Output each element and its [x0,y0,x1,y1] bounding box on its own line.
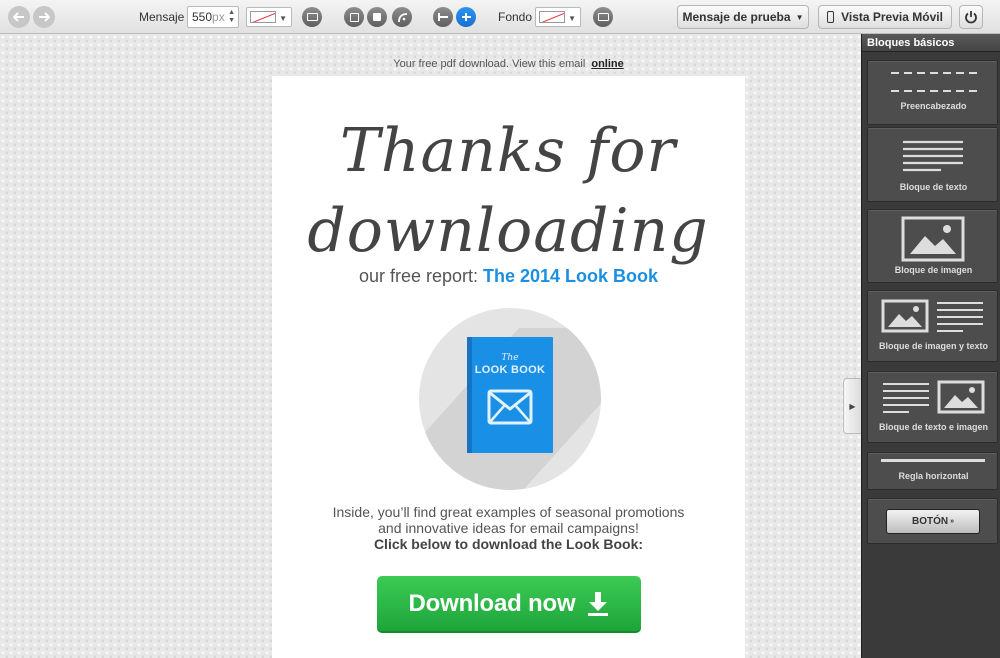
power-icon [965,11,977,24]
align-left-button[interactable] [433,7,453,27]
message-width-input[interactable]: 550 px ▲ ▼ [187,6,239,28]
button-block-arrow: » [950,518,954,525]
heading-line-1: Thanks for [340,116,679,186]
envelope-icon [487,389,533,425]
download-now-button[interactable]: Download now [377,576,641,633]
chevron-down-icon: ▼ [279,14,287,23]
image-text-block-icon [881,299,983,333]
border-outline-icon [349,12,359,22]
border-outline-button[interactable] [344,7,364,27]
email-body[interactable]: Thanks for downloading our free report: T… [272,76,745,658]
power-button[interactable] [959,5,983,29]
block-text-image[interactable]: Bloque de texto e imagen [867,371,998,443]
width-value: 550 [192,10,213,24]
block-label: Regla horizontal [898,471,969,481]
block-image-text[interactable]: Bloque de imagen y texto [867,290,998,362]
redo-arrow-icon [33,6,55,28]
block-label: Bloque de texto [899,182,968,192]
align-center-button[interactable] [456,7,476,27]
text-image-block-icon [883,380,985,414]
button-block-label: BOTÓN [911,516,949,527]
block-label: Bloque de texto e imagen [878,422,989,432]
block-label: Preencabezado [900,101,967,111]
test-message-label: Mensaje de prueba [682,10,791,24]
border-fill-icon [373,13,381,21]
book-title-text: LOOK BOOK [474,364,546,376]
heading-line-2: downloading [307,196,708,266]
subtitle-prefix: our free report: [358,266,478,286]
body-copy: Inside, you’ll find great examples of se… [272,504,745,552]
toolbar: Mensaje 550 px ▲ ▼ ▼ Fondo ▼ Mensaje de … [0,0,1000,34]
redo-button[interactable] [33,5,55,29]
no-color-swatch [539,11,565,23]
download-icon [588,591,609,616]
message-label: Mensaje [139,10,185,24]
block-horizontal-rule[interactable]: Regla horizontal [867,452,998,490]
preheader[interactable]: Your free pdf download. View this email … [272,58,745,70]
align-left-icon [437,13,448,21]
email-canvas: Your free pdf download. View this email … [0,34,861,658]
border-fill-button[interactable] [367,7,387,27]
view-online-link[interactable]: online [591,58,623,70]
thanks-heading: Thanks for downloading [307,116,708,266]
corner-radius-button[interactable] [392,7,412,27]
width-unit: px [212,10,225,24]
book-the-text: The [501,353,519,363]
button-block-preview: BOTÓN» [886,509,980,534]
image-block-icon [901,216,965,262]
no-color-swatch [250,11,276,23]
spinner-arrows-icon[interactable]: ▲ ▼ [228,9,235,25]
blocks-sidebar: Bloques básicos Preencabezado Bloque de … [861,34,1000,658]
text-block-icon [903,140,963,172]
body-line-2: and innovative ideas for email campaigns… [378,520,639,536]
report-subtitle: our free report: The 2014 Look Book [272,266,745,287]
undo-button[interactable] [8,5,30,29]
preheader-text: Your free pdf download. View this email [393,58,586,70]
chevron-right-icon: ▶ [849,401,856,411]
image-icon [306,13,318,21]
message-image-button[interactable] [302,7,322,27]
background-image-button[interactable] [593,7,613,27]
block-label: Bloque de imagen y texto [878,341,989,351]
report-name: The 2014 Look Book [483,266,659,286]
background-label: Fondo [498,10,533,24]
phone-icon [827,11,835,23]
sidebar-title: Bloques básicos [862,34,1000,52]
chevron-down-icon: ▼ [795,12,804,22]
body-line-1: Inside, you’ll find great examples of se… [332,504,685,520]
background-color-picker[interactable]: ▼ [535,7,581,27]
message-color-picker[interactable]: ▼ [246,7,292,27]
download-label: Download now [408,589,576,617]
chevron-down-icon: ▼ [568,14,576,23]
undo-arrow-icon [8,6,30,28]
block-preheader[interactable]: Preencabezado [867,60,998,125]
book-icon: The LOOK BOOK [467,337,553,453]
block-label: Bloque de imagen [894,265,973,275]
mobile-preview-button[interactable]: Vista Previa Móvil [818,5,952,29]
block-image[interactable]: Bloque de imagen [867,209,998,283]
block-button[interactable]: BOTÓN» [867,498,998,544]
corner-radius-icon [397,12,407,22]
image-icon [597,13,609,21]
sidebar-toggle[interactable]: ▶ [843,378,861,434]
block-text[interactable]: Bloque de texto [867,127,998,202]
preheader-block-icon [891,72,977,92]
look-book-illustration: The LOOK BOOK [419,308,601,490]
horizontal-rule-icon [881,459,985,462]
body-line-3: Click below to download the Look Book: [373,536,644,552]
align-center-icon [461,13,471,21]
mobile-preview-label: Vista Previa Móvil [841,10,943,24]
test-message-button[interactable]: Mensaje de prueba ▼ [677,5,809,29]
